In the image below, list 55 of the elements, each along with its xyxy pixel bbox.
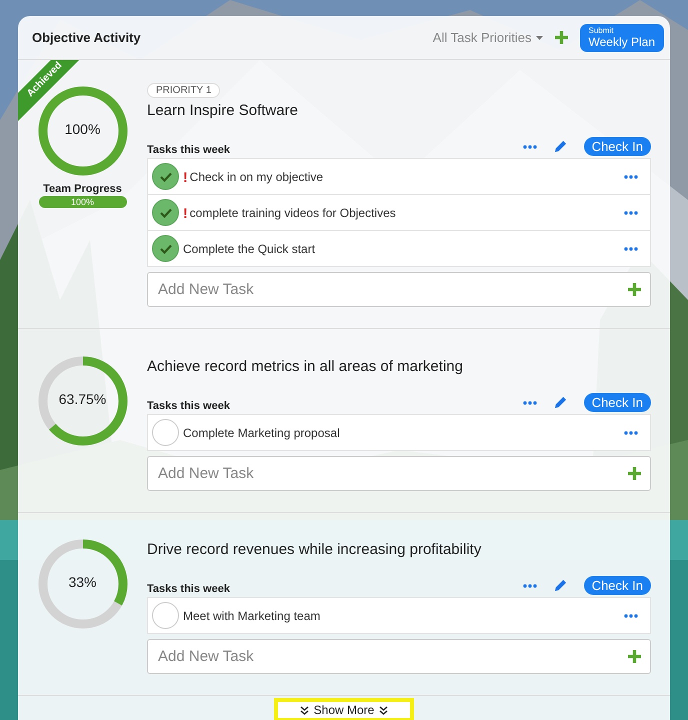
- percent-label: 33%: [67, 574, 98, 590]
- submit-button[interactable]: Submit Weekly Plan: [580, 24, 664, 52]
- check-icon: [160, 208, 172, 218]
- panel-title: Objective Activity: [32, 30, 141, 45]
- tasks-label: Tasks this week: [147, 583, 230, 595]
- more-icon[interactable]: [624, 210, 638, 214]
- check-in-button[interactable]: Check In: [584, 576, 651, 595]
- show-more-button[interactable]: Show More: [274, 698, 414, 720]
- task-text: Complete the Quick start: [183, 242, 316, 256]
- priority-filter[interactable]: All Task Priorities: [432, 30, 543, 45]
- check-icon: [160, 244, 172, 254]
- more-icon[interactable]: [624, 430, 638, 434]
- more-icon[interactable]: [624, 614, 638, 618]
- add-icon[interactable]: [554, 31, 568, 44]
- percent-label: 63.75%: [58, 391, 108, 407]
- add-task-icon[interactable]: [628, 283, 641, 296]
- chevrons-icon: [300, 706, 309, 714]
- more-icon[interactable]: [522, 584, 537, 588]
- task-text: Complete Marketing proposal: [183, 426, 340, 440]
- team-progress-label: Team Progress: [43, 183, 122, 195]
- caret-icon: [536, 36, 543, 40]
- pencil-icon[interactable]: [554, 579, 567, 592]
- task-checkbox[interactable]: [152, 163, 179, 190]
- pencil-icon[interactable]: [554, 396, 567, 409]
- task-text: Check in on my objective: [190, 170, 324, 184]
- objective-title: Learn Inspire Software: [147, 102, 299, 119]
- urgent-mark: !: [183, 204, 188, 220]
- objective-title: Drive record revenues while increasing profitability: [147, 541, 482, 558]
- task-checkbox[interactable]: [152, 419, 179, 446]
- more-icon[interactable]: [522, 400, 537, 404]
- task-checkbox[interactable]: [152, 199, 179, 226]
- check-icon: [160, 172, 172, 182]
- team-progress-value: 100%: [70, 196, 96, 208]
- chevrons-icon: [379, 706, 388, 714]
- tasks-label: Tasks this week: [147, 144, 230, 156]
- task-checkbox[interactable]: [152, 235, 179, 262]
- task-text: Meet with Marketing team: [183, 608, 320, 622]
- more-icon[interactable]: [624, 174, 638, 178]
- percent-label: 100%: [64, 121, 102, 137]
- urgent-mark: !: [183, 168, 188, 184]
- add-task-field[interactable]: Add New Task: [147, 456, 651, 491]
- add-task-icon[interactable]: [628, 650, 641, 663]
- more-icon[interactable]: [522, 144, 537, 148]
- priority-badge: PRIORITY 1: [147, 83, 220, 98]
- task-text: complete training videos for Objectives: [190, 206, 396, 220]
- tasks-label: Tasks this week: [147, 400, 230, 412]
- pencil-icon[interactable]: [554, 140, 567, 153]
- add-task-field[interactable]: Add New Task: [147, 272, 651, 307]
- objective-title: Achieve record metrics in all areas of marketing: [147, 358, 464, 375]
- add-task-icon[interactable]: [628, 467, 641, 480]
- more-icon[interactable]: [624, 246, 638, 250]
- check-in-button[interactable]: Check In: [584, 137, 651, 156]
- task-checkbox[interactable]: [152, 602, 179, 629]
- add-task-field[interactable]: Add New Task: [147, 639, 651, 674]
- check-in-button[interactable]: Check In: [584, 393, 651, 412]
